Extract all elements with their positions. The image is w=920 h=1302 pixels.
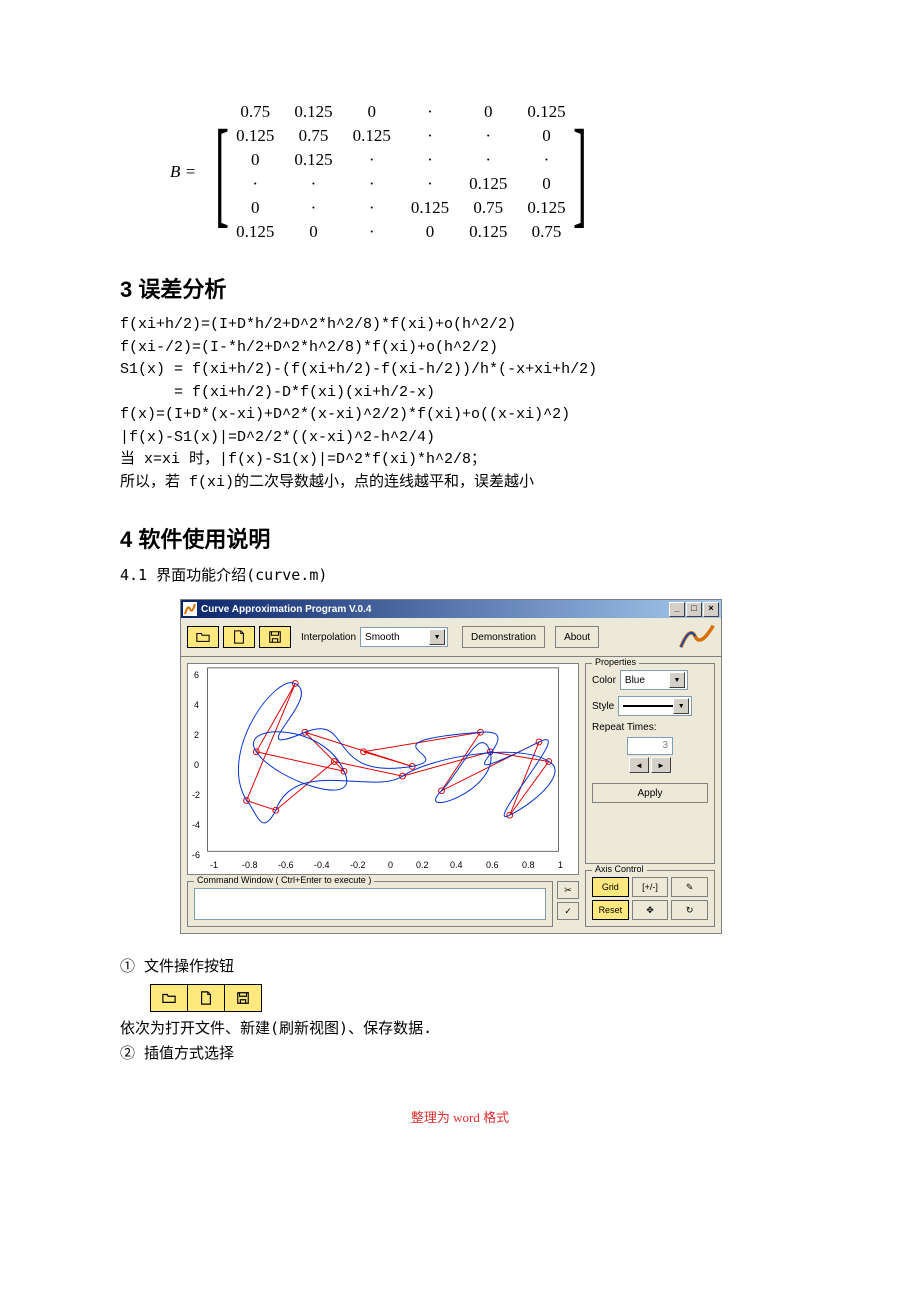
pan-button[interactable]: ✥ <box>632 900 669 920</box>
style-label: Style <box>592 701 614 712</box>
desc-line-2: 依次为打开文件、新建(刷新视图)、保存数据. <box>120 1016 800 1042</box>
close-button[interactable]: × <box>703 602 719 617</box>
rotate-icon: ↻ <box>686 905 694 916</box>
axis-control-group: Axis Control Grid [+/-] ✎ Reset ✥ ↻ <box>585 870 715 927</box>
chevron-down-icon: ▼ <box>673 698 689 714</box>
interp-value: Smooth <box>365 632 399 643</box>
matrix-lhs: B = <box>170 162 196 182</box>
maximize-button[interactable]: □ <box>686 602 702 617</box>
cut-button[interactable]: ✂ <box>557 881 579 899</box>
apply-button[interactable]: Apply <box>592 783 708 803</box>
pen-button[interactable]: ✎ <box>671 877 708 897</box>
command-window-legend: Command Window ( Ctrl+Enter to execute ) <box>194 875 374 885</box>
check-icon: ✓ <box>564 906 572 917</box>
interp-dropdown[interactable]: Smooth ▼ <box>360 627 448 647</box>
app-icon <box>183 602 197 616</box>
execute-button[interactable]: ✓ <box>557 902 579 920</box>
line-style-icon <box>623 705 673 707</box>
properties-legend: Properties <box>592 657 639 667</box>
matrix-body: 0.750.1250·00.125 0.1250.750.125··0 00.1… <box>226 100 576 244</box>
reset-button[interactable]: Reset <box>592 900 629 920</box>
pencil-icon: ✎ <box>686 882 694 893</box>
matrix-equation: B = [ 0.750.1250·00.125 0.1250.750.125··… <box>170 100 800 244</box>
section-3-heading: 3 误差分析 <box>120 272 800 304</box>
command-window-group: Command Window ( Ctrl+Enter to execute ) <box>187 881 553 927</box>
file-button-bar <box>150 984 262 1012</box>
properties-group: Properties Color Blue ▼ Style ▼ <box>585 663 715 864</box>
about-button[interactable]: About <box>555 626 599 648</box>
toolbar: Interpolation Smooth ▼ Demonstration Abo… <box>181 618 721 657</box>
scissors-icon: ✂ <box>564 885 572 896</box>
desc-line-1: ① 文件操作按钮 <box>120 954 800 980</box>
section-4-heading: 4 软件使用说明 <box>120 522 800 554</box>
command-input[interactable] <box>194 888 546 920</box>
chevron-down-icon: ▼ <box>429 629 445 645</box>
repeat-decrement[interactable]: ◄ <box>629 757 649 773</box>
repeat-field[interactable]: 3 <box>627 737 673 755</box>
chevron-down-icon: ▼ <box>669 672 685 688</box>
color-dropdown[interactable]: Blue ▼ <box>620 670 688 690</box>
open-button[interactable] <box>187 626 219 648</box>
save-button-sample[interactable] <box>225 985 261 1011</box>
color-label: Color <box>592 675 616 686</box>
new-button-sample[interactable] <box>188 985 225 1011</box>
matlab-logo-icon <box>679 622 715 652</box>
new-button[interactable] <box>223 626 255 648</box>
repeat-label: Repeat Times: <box>592 722 708 733</box>
plot-svg <box>188 664 578 869</box>
matrix-left-bracket: [ <box>215 122 229 222</box>
interp-label: Interpolation <box>301 632 356 643</box>
error-analysis-block: f(xi+h/2)=(I+D*h/2+D^2*h^2/8)*f(xi)+o(h^… <box>120 314 800 494</box>
rotate-button[interactable]: ↻ <box>671 900 708 920</box>
save-button[interactable] <box>259 626 291 648</box>
hand-icon: ✥ <box>646 905 654 916</box>
section-4-1-heading: 4.1 界面功能介绍(curve.m) <box>120 564 800 585</box>
demo-button[interactable]: Demonstration <box>462 626 545 648</box>
axis-control-legend: Axis Control <box>592 864 647 874</box>
grid-button[interactable]: Grid <box>592 877 629 897</box>
matrix-right-bracket: ] <box>573 122 587 222</box>
plot-area[interactable]: 6 4 2 0 -2 -4 -6 -1 -0.8 -0.6 -0.4 -0.2 … <box>187 663 579 875</box>
app-title: Curve Approximation Program V.0.4 <box>201 604 371 615</box>
app-window: Curve Approximation Program V.0.4 _ □ × … <box>180 599 722 934</box>
open-button-sample[interactable] <box>151 985 188 1011</box>
desc-line-3: ② 插值方式选择 <box>120 1041 800 1067</box>
zoom-toggle-button[interactable]: [+/-] <box>632 877 669 897</box>
repeat-increment[interactable]: ► <box>651 757 671 773</box>
page-footer: 整理为 word 格式 <box>120 1107 800 1126</box>
titlebar: Curve Approximation Program V.0.4 _ □ × <box>181 600 721 618</box>
minimize-button[interactable]: _ <box>669 602 685 617</box>
color-value: Blue <box>625 675 645 686</box>
style-dropdown[interactable]: ▼ <box>618 696 692 716</box>
